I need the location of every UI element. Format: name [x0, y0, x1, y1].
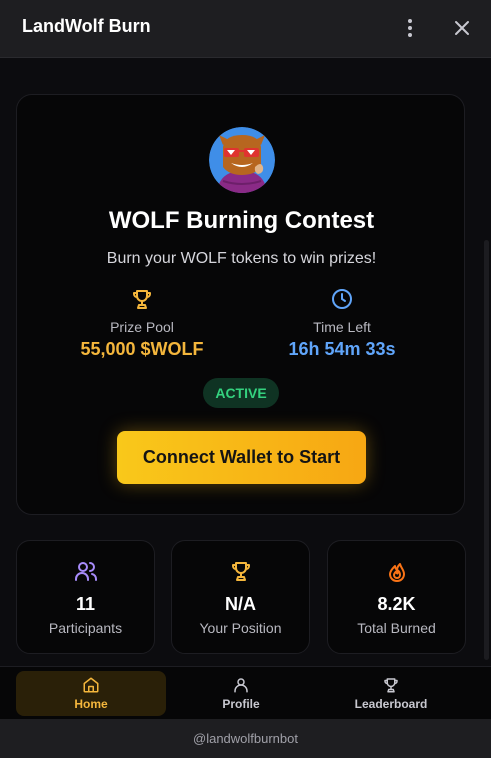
bot-handle: @landwolfburnbot	[0, 719, 491, 758]
participants-label: Participants	[48, 620, 123, 636]
clock-icon	[332, 289, 352, 309]
title-bar: LandWolf Burn	[0, 0, 491, 58]
total-burned-label: Total Burned	[357, 620, 436, 636]
contest-subtitle: Burn your WOLF tokens to win prizes!	[106, 250, 377, 267]
connect-wallet-button[interactable]: Connect Wallet to Start	[117, 431, 366, 484]
time-left: Time Left 16h 54m 33s	[257, 287, 427, 360]
prize-pool-label: Prize Pool	[110, 319, 174, 335]
wolf-avatar-icon	[209, 127, 275, 193]
your-position-value: N/A	[225, 594, 256, 614]
participants-value: 11	[75, 594, 96, 614]
user-icon	[234, 678, 248, 693]
prize-pool-value: 55,000 $WOLF	[80, 339, 204, 359]
flame-icon	[389, 563, 405, 582]
app-title: LandWolf Burn	[22, 16, 151, 36]
time-left-value: 16h 54m 33s	[288, 339, 396, 359]
nav-home-label: Home	[74, 697, 108, 711]
prize-pool: Prize Pool 55,000 $WOLF	[57, 287, 227, 360]
bottom-nav: Home Profile Leaderboard	[0, 666, 491, 719]
status-badge: ACTIVE	[203, 378, 279, 408]
nav-profile[interactable]: Profile	[166, 671, 316, 716]
nav-profile-label: Profile	[222, 697, 260, 711]
time-left-label: Time Left	[313, 319, 371, 335]
nav-leaderboard[interactable]: Leaderboard	[316, 671, 466, 716]
trophy-icon	[232, 562, 250, 581]
contest-card: WOLF Burning Contest Burn your WOLF toke…	[16, 94, 465, 515]
nav-leaderboard-label: Leaderboard	[354, 697, 428, 711]
trophy-icon	[384, 678, 398, 693]
scrollbar[interactable]	[484, 240, 489, 660]
contest-title: WOLF Burning Contest	[108, 207, 375, 234]
total-burned-card: 8.2K Total Burned	[327, 540, 466, 654]
more-vertical-icon[interactable]	[398, 16, 422, 40]
close-icon[interactable]	[450, 16, 474, 40]
home-icon	[83, 677, 99, 693]
nav-home[interactable]: Home	[16, 671, 166, 716]
your-position-label: Your Position	[199, 620, 282, 636]
your-position-card: N/A Your Position	[171, 540, 310, 654]
users-icon	[75, 562, 97, 581]
participants-card: 11 Participants	[16, 540, 155, 654]
total-burned-value: 8.2K	[377, 594, 416, 614]
trophy-icon	[133, 290, 151, 309]
